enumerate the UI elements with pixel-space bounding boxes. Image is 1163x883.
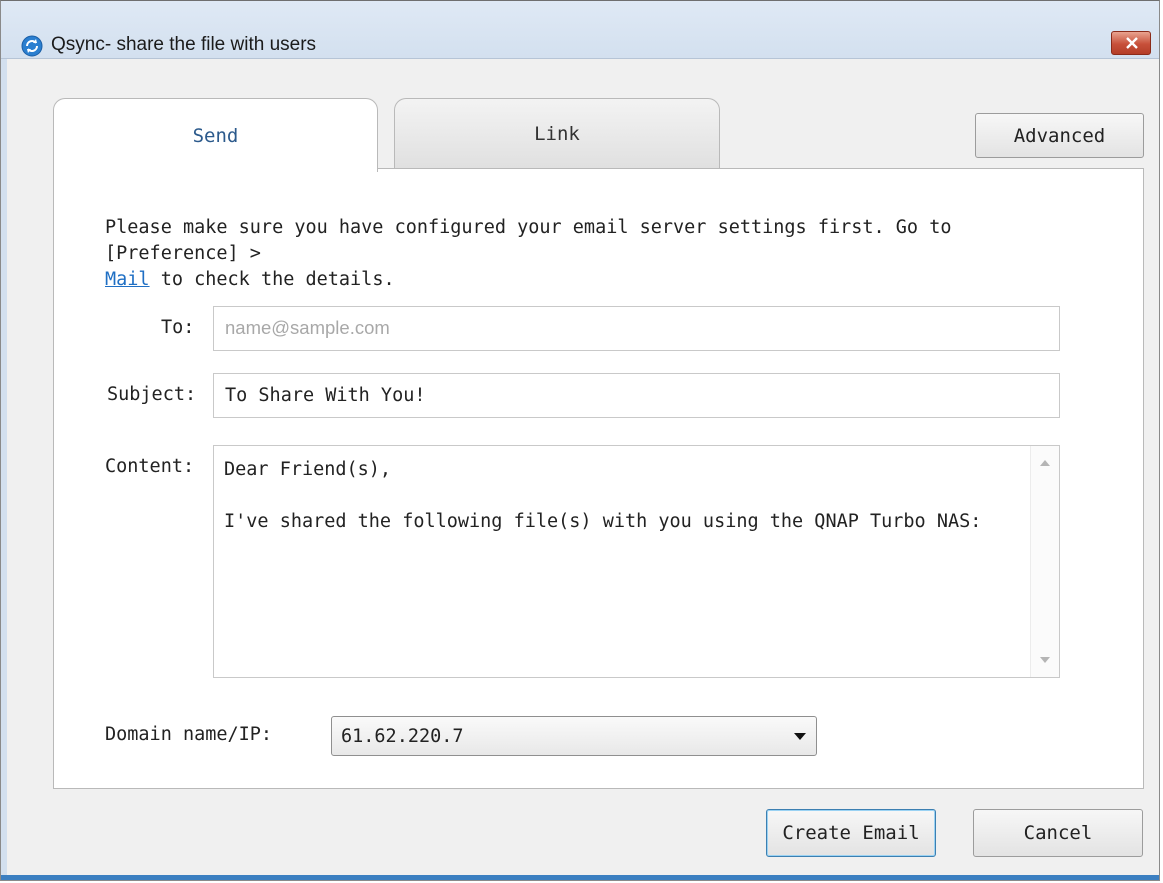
content-scrollbar[interactable] [1030,446,1059,677]
notice-text-end: to check the details. [149,269,395,290]
advanced-button[interactable]: Advanced [975,113,1144,158]
tab-send[interactable]: Send [53,98,378,172]
close-button[interactable] [1111,31,1151,55]
window-bottom-border [1,875,1159,880]
content-line [224,483,981,509]
window-title: Qsync- share the file with users [51,34,317,55]
to-label: To: [161,317,195,338]
qsync-app-icon [21,35,43,57]
window-frame-edge [1,59,7,880]
close-icon [1126,37,1138,49]
email-config-notice: Please make sure you have configured you… [105,215,1065,293]
subject-label: Subject: [107,384,197,405]
content-label: Content: [105,456,195,477]
content-textarea[interactable]: Dear Friend(s), I've shared the followin… [213,445,1060,678]
mail-settings-link[interactable]: Mail [105,269,150,290]
tab-link-label: Link [534,123,580,145]
subject-field[interactable] [213,373,1060,418]
tab-link[interactable]: Link [394,98,720,168]
scroll-down-icon[interactable] [1040,657,1050,663]
title-bar[interactable]: Qsync- share the file with users [1,1,1159,59]
create-email-button[interactable]: Create Email [766,809,936,857]
content-line: I've shared the following file(s) with y… [224,511,982,532]
domain-select[interactable]: 61.62.220.7 [331,716,817,756]
chevron-down-icon [794,733,806,740]
domain-label: Domain name/IP: [105,724,273,745]
tab-send-label: Send [192,125,239,147]
cancel-button[interactable]: Cancel [973,809,1143,857]
share-dialog-window: Qsync- share the file with users Send Li… [0,0,1160,881]
notice-text: Please make sure you have configured you… [105,217,952,264]
scroll-up-icon[interactable] [1040,460,1050,466]
content-text: Dear Friend(s), I've shared the followin… [224,457,981,535]
content-line: Dear Friend(s), [224,459,392,480]
to-email-field[interactable] [213,306,1060,351]
domain-selected-value: 61.62.220.7 [341,726,464,747]
